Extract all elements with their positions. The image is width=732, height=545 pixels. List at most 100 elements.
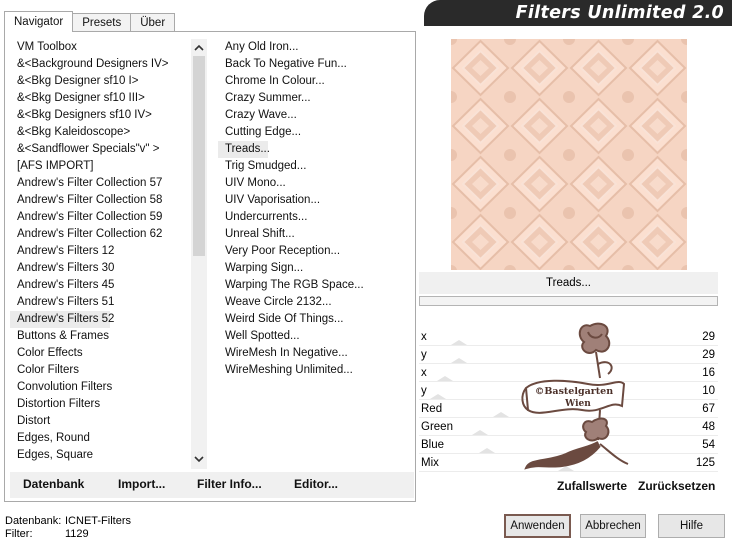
editor-button[interactable]: Editor... (294, 477, 338, 491)
database-button[interactable]: Datenbank (23, 477, 84, 491)
filter-count-value: 1129 (65, 528, 89, 540)
param-slider-thumb[interactable] (493, 412, 510, 417)
filter-item[interactable]: Trig Smudged... (218, 158, 410, 175)
category-item[interactable]: Andrew's Filters 45 (10, 277, 192, 294)
category-item[interactable]: &<Bkg Designers sf10 IV> (10, 107, 192, 124)
import-button[interactable]: Import... (118, 477, 165, 491)
scrollbar-thumb[interactable] (193, 56, 205, 256)
filter-info-button[interactable]: Filter Info... (197, 477, 262, 491)
tab-about[interactable]: Über (130, 13, 176, 32)
category-item[interactable]: Edges, Round (10, 430, 192, 447)
category-item[interactable]: &<Background Designers IV> (10, 56, 192, 73)
param-slider-thumb[interactable] (451, 340, 468, 345)
category-item[interactable]: Andrew's Filters 51 (10, 294, 192, 311)
param-slider-thumb[interactable] (451, 358, 468, 363)
filter-item[interactable]: WireMeshing Unlimited... (218, 362, 410, 379)
randomize-button[interactable]: Zufallswerte (557, 479, 627, 493)
param-label: Red (421, 403, 443, 415)
param-label: Blue (421, 439, 445, 451)
filter-item[interactable]: WireMesh In Negative... (218, 345, 410, 362)
app-title-banner: Filters Unlimited 2.0 (424, 0, 732, 26)
chevron-up-icon[interactable] (191, 41, 207, 55)
param-slider-thumb[interactable] (436, 376, 453, 381)
category-item[interactable]: Distort (10, 413, 192, 430)
filter-item[interactable]: UIV Mono... (218, 175, 410, 192)
param-slider-thumb[interactable] (478, 448, 495, 453)
param-value: 10 (702, 385, 715, 397)
filter-list[interactable]: Any Old Iron... Back To Negative Fun... Ch… (218, 39, 410, 469)
watermark-line1: ©Bastelgarten (535, 386, 613, 397)
category-item[interactable]: &<Sandflower Specials"v" > (10, 141, 192, 158)
param-slider-thumb[interactable] (430, 394, 447, 399)
param-value: 125 (695, 457, 715, 469)
tab-bar: Navigator Presets Über (4, 11, 176, 32)
current-filter-name: Treads... (419, 272, 718, 294)
category-item[interactable]: &<Bkg Designer sf10 I> (10, 73, 192, 90)
database-value: ICNET-Filters (65, 515, 131, 527)
filter-item[interactable]: Treads... (218, 141, 270, 158)
category-item[interactable]: Andrew's Filters 12 (10, 243, 192, 260)
help-button[interactable]: Hilfe (658, 514, 725, 538)
filter-item[interactable]: Weird Side Of Things... (218, 311, 410, 328)
database-label: Datenbank: (5, 515, 62, 527)
category-item[interactable]: VM Toolbox (10, 39, 192, 56)
filter-item[interactable]: Crazy Wave... (218, 107, 410, 124)
chevron-down-icon[interactable] (191, 453, 207, 467)
category-item[interactable]: Color Filters (10, 362, 192, 379)
filter-item[interactable]: Weave Circle 2132... (218, 294, 410, 311)
cancel-button[interactable]: Abbrechen (580, 514, 646, 538)
panel-button-row: Datenbank Import... Filter Info... Edito… (10, 472, 414, 498)
category-item[interactable]: &<Bkg Designer sf10 III> (10, 90, 192, 107)
tab-navigator[interactable]: Navigator (4, 11, 74, 32)
category-item[interactable]: Color Effects (10, 345, 192, 362)
category-item[interactable]: Andrew's Filter Collection 58 (10, 192, 192, 209)
param-value: 54 (702, 439, 715, 451)
category-item[interactable]: Buttons & Frames (10, 328, 192, 345)
param-value: 29 (702, 349, 715, 361)
category-item[interactable]: Andrew's Filter Collection 62 (10, 226, 192, 243)
param-slider-thumb[interactable] (472, 430, 489, 435)
param-label: Mix (421, 457, 439, 469)
param-value: 16 (702, 367, 715, 379)
filter-item[interactable]: Undercurrents... (218, 209, 410, 226)
filter-item[interactable]: Well Spotted... (218, 328, 410, 345)
category-item[interactable]: Edges, Square (10, 447, 192, 464)
tab-presets[interactable]: Presets (72, 13, 132, 32)
preview-image (451, 39, 687, 270)
filter-item[interactable]: Chrome In Colour... (218, 73, 410, 90)
footer-info: Datenbank: ICNET-Filters Filter: 1129 (5, 515, 131, 541)
param-value: 67 (702, 403, 715, 415)
watermark-line2: Wien (564, 399, 591, 409)
param-label: y (421, 385, 427, 397)
filter-item[interactable]: Warping The RGB Space... (218, 277, 410, 294)
category-item[interactable]: Andrew's Filters 52 (10, 311, 114, 328)
category-list[interactable]: VM Toolbox &<Background Designers IV> &<Bk… (10, 39, 192, 469)
param-label: x (421, 367, 427, 379)
apply-button[interactable]: Anwenden (504, 514, 571, 538)
category-scrollbar[interactable] (191, 39, 207, 469)
category-item[interactable]: &<Bkg Kaleidoscope> (10, 124, 192, 141)
category-item[interactable]: Convolution Filters (10, 379, 192, 396)
reset-button[interactable]: Zurücksetzen (638, 479, 715, 493)
filter-item[interactable]: Warping Sign... (218, 260, 410, 277)
filter-item[interactable]: UIV Vaporisation... (218, 192, 410, 209)
param-value: 29 (702, 331, 715, 343)
param-label: Green (421, 421, 453, 433)
category-item[interactable]: Distortion Filters (10, 396, 192, 413)
category-item[interactable]: Andrew's Filter Collection 59 (10, 209, 192, 226)
filter-count-label: Filter: (5, 528, 33, 540)
param-label: y (421, 349, 427, 361)
filter-item[interactable]: Crazy Summer... (218, 90, 410, 107)
filter-item[interactable]: Unreal Shift... (218, 226, 410, 243)
progress-bar (419, 296, 718, 306)
category-item[interactable]: Andrew's Filters 30 (10, 260, 192, 277)
category-item[interactable]: Andrew's Filter Collection 57 (10, 175, 192, 192)
category-item[interactable]: [AFS IMPORT] (10, 158, 192, 175)
watermark-stamp: ©Bastelgarten Wien (518, 318, 630, 474)
filter-item[interactable]: Cutting Edge... (218, 124, 410, 141)
right-button-row: Zufallswerte Zurücksetzen (419, 474, 718, 498)
filter-item[interactable]: Back To Negative Fun... (218, 56, 410, 73)
filter-item[interactable]: Very Poor Reception... (218, 243, 410, 260)
category-item[interactable]: ... (10, 464, 192, 469)
filter-item[interactable]: Any Old Iron... (218, 39, 410, 56)
